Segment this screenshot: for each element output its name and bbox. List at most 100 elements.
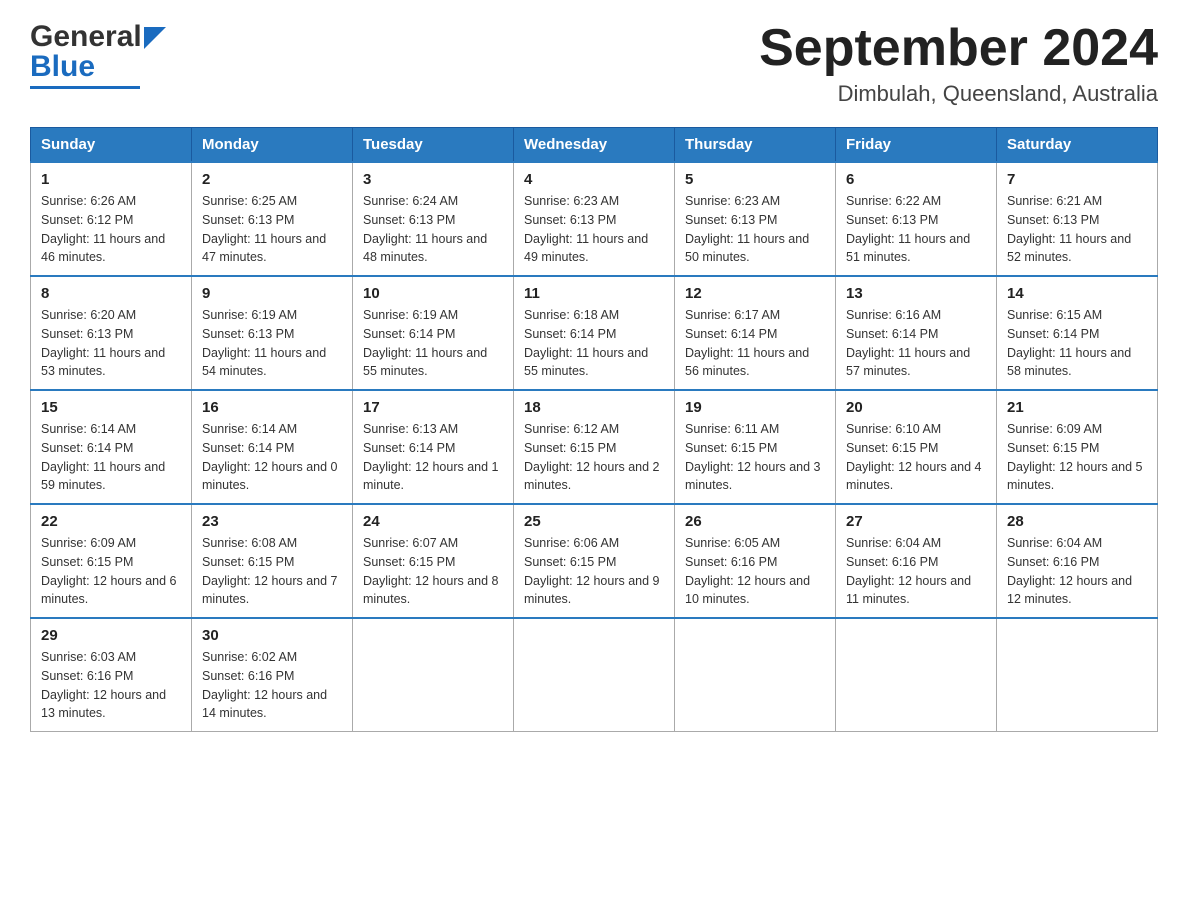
day-number: 22 xyxy=(41,513,181,530)
table-row: 1Sunrise: 6:26 AMSunset: 6:12 PMDaylight… xyxy=(31,162,192,276)
day-info: Sunrise: 6:20 AMSunset: 6:13 PMDaylight:… xyxy=(41,306,181,381)
table-row: 18 Sunrise: 6:12 AMSunset: 6:15 PMDayligh… xyxy=(514,390,675,504)
day-info: Sunrise: 6:16 AMSunset: 6:14 PMDaylight:… xyxy=(846,306,986,381)
table-row xyxy=(353,618,514,732)
month-title: September 2024 xyxy=(759,20,1158,77)
table-row: 7 Sunrise: 6:21 AMSunset: 6:13 PMDaylight… xyxy=(997,162,1158,276)
table-row: 15 Sunrise: 6:14 AMSunset: 6:14 PMDayligh… xyxy=(31,390,192,504)
day-info: Sunrise: 6:10 AMSunset: 6:15 PMDaylight:… xyxy=(846,420,986,495)
day-info: Sunrise: 6:05 AMSunset: 6:16 PMDaylight:… xyxy=(685,534,825,609)
day-number: 12 xyxy=(685,285,825,302)
table-row xyxy=(675,618,836,732)
day-number: 8 xyxy=(41,285,181,302)
calendar-week-row: 8 Sunrise: 6:20 AMSunset: 6:13 PMDaylight… xyxy=(31,276,1158,390)
table-row: 29 Sunrise: 6:03 AMSunset: 6:16 PMDayligh… xyxy=(31,618,192,732)
table-row: 30Sunrise: 6:02 AMSunset: 6:16 PMDayligh… xyxy=(192,618,353,732)
day-info: Sunrise: 6:25 AMSunset: 6:13 PMDaylight:… xyxy=(202,192,342,267)
day-info: Sunrise: 6:03 AMSunset: 6:16 PMDaylight:… xyxy=(41,648,181,723)
table-row xyxy=(514,618,675,732)
table-row: 8 Sunrise: 6:20 AMSunset: 6:13 PMDaylight… xyxy=(31,276,192,390)
table-row xyxy=(836,618,997,732)
day-number: 15 xyxy=(41,399,181,416)
day-info: Sunrise: 6:14 AMSunset: 6:14 PMDaylight:… xyxy=(202,420,342,495)
day-info: Sunrise: 6:04 AMSunset: 6:16 PMDaylight:… xyxy=(1007,534,1147,609)
day-number: 3 xyxy=(363,171,503,188)
table-row: 16 Sunrise: 6:14 AMSunset: 6:14 PMDayligh… xyxy=(192,390,353,504)
table-row: 20 Sunrise: 6:10 AMSunset: 6:15 PMDayligh… xyxy=(836,390,997,504)
day-info: Sunrise: 6:19 AMSunset: 6:14 PMDaylight:… xyxy=(363,306,503,381)
day-info: Sunrise: 6:04 AMSunset: 6:16 PMDaylight:… xyxy=(846,534,986,609)
day-info: Sunrise: 6:23 AMSunset: 6:13 PMDaylight:… xyxy=(524,192,664,267)
day-info: Sunrise: 6:18 AMSunset: 6:14 PMDaylight:… xyxy=(524,306,664,381)
header-thursday: Thursday xyxy=(675,128,836,163)
day-info: Sunrise: 6:12 AMSunset: 6:15 PMDaylight:… xyxy=(524,420,664,495)
table-row: 23 Sunrise: 6:08 AMSunset: 6:15 PMDayligh… xyxy=(192,504,353,618)
day-number: 29 xyxy=(41,627,181,644)
day-number: 21 xyxy=(1007,399,1147,416)
logo-arrow-icon xyxy=(144,27,166,49)
day-info: Sunrise: 6:09 AMSunset: 6:15 PMDaylight:… xyxy=(41,534,181,609)
table-row: 24Sunrise: 6:07 AMSunset: 6:15 PMDayligh… xyxy=(353,504,514,618)
day-number: 2 xyxy=(202,171,342,188)
table-row: 9 Sunrise: 6:19 AMSunset: 6:13 PMDaylight… xyxy=(192,276,353,390)
table-row: 5 Sunrise: 6:23 AMSunset: 6:13 PMDaylight… xyxy=(675,162,836,276)
day-info: Sunrise: 6:22 AMSunset: 6:13 PMDaylight:… xyxy=(846,192,986,267)
title-block: September 2024 Dimbulah, Queensland, Aus… xyxy=(759,20,1158,107)
day-info: Sunrise: 6:07 AMSunset: 6:15 PMDaylight:… xyxy=(363,534,503,609)
table-row: 21Sunrise: 6:09 AMSunset: 6:15 PMDayligh… xyxy=(997,390,1158,504)
calendar-week-row: 1Sunrise: 6:26 AMSunset: 6:12 PMDaylight… xyxy=(31,162,1158,276)
table-row: 27 Sunrise: 6:04 AMSunset: 6:16 PMDayligh… xyxy=(836,504,997,618)
day-number: 19 xyxy=(685,399,825,416)
day-number: 23 xyxy=(202,513,342,530)
day-info: Sunrise: 6:08 AMSunset: 6:15 PMDaylight:… xyxy=(202,534,342,609)
day-number: 1 xyxy=(41,171,181,188)
day-info: Sunrise: 6:19 AMSunset: 6:13 PMDaylight:… xyxy=(202,306,342,381)
table-row: 26 Sunrise: 6:05 AMSunset: 6:16 PMDayligh… xyxy=(675,504,836,618)
day-number: 4 xyxy=(524,171,664,188)
day-number: 26 xyxy=(685,513,825,530)
calendar-table: Sunday Monday Tuesday Wednesday Thursday… xyxy=(30,127,1158,732)
day-number: 27 xyxy=(846,513,986,530)
table-row: 12Sunrise: 6:17 AMSunset: 6:14 PMDayligh… xyxy=(675,276,836,390)
weekday-header-row: Sunday Monday Tuesday Wednesday Thursday… xyxy=(31,128,1158,163)
day-info: Sunrise: 6:23 AMSunset: 6:13 PMDaylight:… xyxy=(685,192,825,267)
calendar-week-row: 15 Sunrise: 6:14 AMSunset: 6:14 PMDayligh… xyxy=(31,390,1158,504)
day-number: 13 xyxy=(846,285,986,302)
table-row: 14Sunrise: 6:15 AMSunset: 6:14 PMDayligh… xyxy=(997,276,1158,390)
header-tuesday: Tuesday xyxy=(353,128,514,163)
header-friday: Friday xyxy=(836,128,997,163)
table-row: 11Sunrise: 6:18 AMSunset: 6:14 PMDayligh… xyxy=(514,276,675,390)
header-wednesday: Wednesday xyxy=(514,128,675,163)
day-info: Sunrise: 6:06 AMSunset: 6:15 PMDaylight:… xyxy=(524,534,664,609)
day-number: 30 xyxy=(202,627,342,644)
day-number: 20 xyxy=(846,399,986,416)
table-row: 19Sunrise: 6:11 AMSunset: 6:15 PMDayligh… xyxy=(675,390,836,504)
table-row: 2 Sunrise: 6:25 AMSunset: 6:13 PMDaylight… xyxy=(192,162,353,276)
day-info: Sunrise: 6:21 AMSunset: 6:13 PMDaylight:… xyxy=(1007,192,1147,267)
logo: General Blue xyxy=(30,20,166,89)
table-row: 4 Sunrise: 6:23 AMSunset: 6:13 PMDaylight… xyxy=(514,162,675,276)
page-header: General Blue September 2024 Dimbulah, Qu… xyxy=(30,20,1158,107)
day-number: 28 xyxy=(1007,513,1147,530)
day-number: 9 xyxy=(202,285,342,302)
header-sunday: Sunday xyxy=(31,128,192,163)
logo-general-text: General xyxy=(30,20,142,54)
day-number: 10 xyxy=(363,285,503,302)
table-row: 25 Sunrise: 6:06 AMSunset: 6:15 PMDayligh… xyxy=(514,504,675,618)
day-number: 5 xyxy=(685,171,825,188)
day-info: Sunrise: 6:15 AMSunset: 6:14 PMDaylight:… xyxy=(1007,306,1147,381)
table-row: 13 Sunrise: 6:16 AMSunset: 6:14 PMDayligh… xyxy=(836,276,997,390)
calendar-week-row: 29 Sunrise: 6:03 AMSunset: 6:16 PMDayligh… xyxy=(31,618,1158,732)
table-row: 22 Sunrise: 6:09 AMSunset: 6:15 PMDayligh… xyxy=(31,504,192,618)
location-title: Dimbulah, Queensland, Australia xyxy=(759,81,1158,107)
header-monday: Monday xyxy=(192,128,353,163)
day-info: Sunrise: 6:14 AMSunset: 6:14 PMDaylight:… xyxy=(41,420,181,495)
header-saturday: Saturday xyxy=(997,128,1158,163)
day-number: 16 xyxy=(202,399,342,416)
day-number: 25 xyxy=(524,513,664,530)
table-row: 3Sunrise: 6:24 AMSunset: 6:13 PMDaylight… xyxy=(353,162,514,276)
day-info: Sunrise: 6:13 AMSunset: 6:14 PMDaylight:… xyxy=(363,420,503,495)
table-row: 28 Sunrise: 6:04 AMSunset: 6:16 PMDayligh… xyxy=(997,504,1158,618)
day-number: 7 xyxy=(1007,171,1147,188)
day-number: 18 xyxy=(524,399,664,416)
